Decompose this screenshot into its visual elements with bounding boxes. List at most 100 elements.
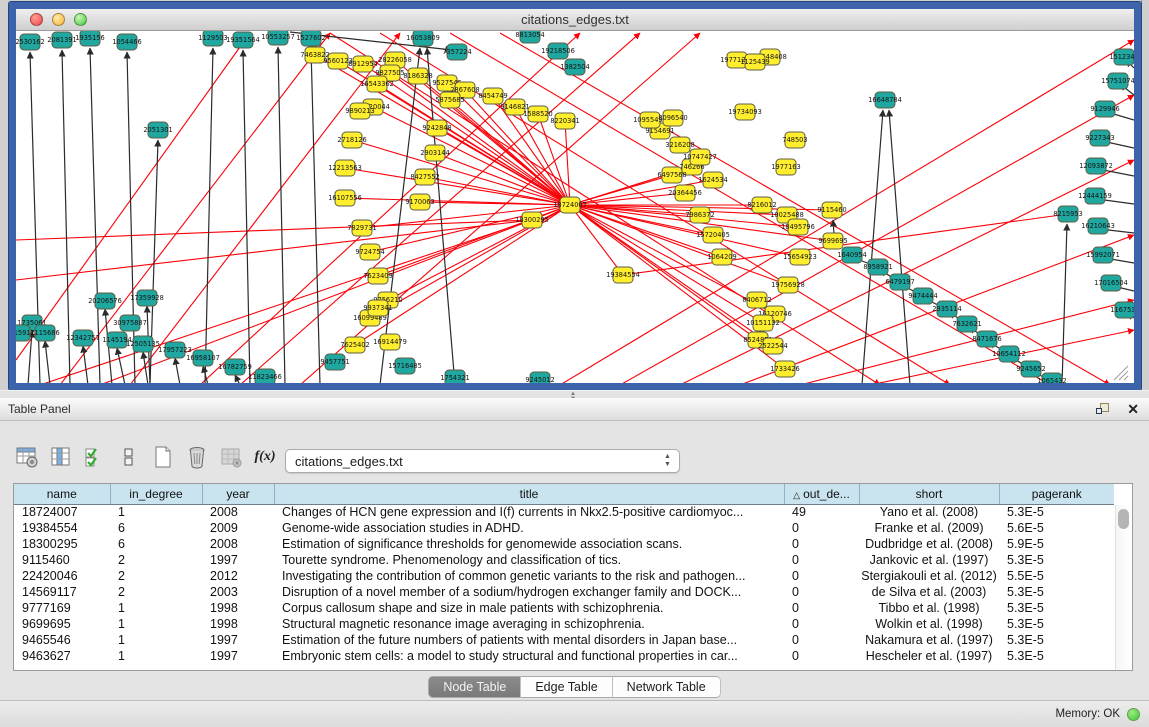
table-cell[interactable]: Stergiakouli et al. (2012) [859, 568, 999, 584]
table-row[interactable]: 1872400712008Changes of HCN gene express… [14, 504, 1114, 520]
graph-node[interactable]: 17359928 [130, 290, 164, 306]
graph-node[interactable]: 15751074 [1101, 73, 1134, 89]
scrollbar-thumb[interactable] [1118, 509, 1129, 529]
table-cell[interactable]: Wolkin et al. (1998) [859, 616, 999, 632]
table-cell[interactable]: 0 [784, 520, 859, 536]
graph-node[interactable]: 19756928 [771, 277, 805, 293]
table-cell[interactable]: 0 [784, 536, 859, 552]
graph-node[interactable]: 1935156 [75, 31, 104, 46]
table-cell[interactable]: 0 [784, 600, 859, 616]
column-header-pagerank[interactable]: pagerank [999, 484, 1114, 504]
graph-node[interactable]: 15716485 [388, 358, 422, 374]
graph-node[interactable]: 16107556 [328, 190, 362, 206]
graph-node[interactable]: 19351564 [226, 32, 260, 48]
table-cell[interactable]: Tibbo et al. (1998) [859, 600, 999, 616]
graph-node[interactable]: 10553257 [261, 31, 295, 45]
table-cell[interactable]: Nakamura et al. (1997) [859, 632, 999, 648]
table-cell[interactable]: 5.9E-5 [999, 536, 1114, 552]
tab-edge-table[interactable]: Edge Table [521, 676, 612, 698]
row-options-icon[interactable] [116, 444, 142, 470]
graph-node[interactable]: 8813054 [515, 31, 544, 43]
graph-node[interactable]: 1167534 [1110, 302, 1134, 318]
table-row[interactable]: 2242004622012Investigating the contribut… [14, 568, 1114, 584]
table-cell[interactable]: 5.6E-5 [999, 520, 1114, 536]
table-cell[interactable]: 18300295 [14, 536, 110, 552]
table-cell[interactable]: 9777169 [14, 600, 110, 616]
table-cell[interactable]: 1 [110, 504, 202, 520]
table-cell[interactable]: 2 [110, 568, 202, 584]
graph-node[interactable]: 20206576 [88, 293, 122, 309]
table-cell[interactable]: Dudbridge et al. (2008) [859, 536, 999, 552]
table-row[interactable]: 1456911722003Disruption of a novel membe… [14, 584, 1114, 600]
graph-node[interactable]: 1754321 [440, 370, 469, 383]
table-cell[interactable]: 1997 [202, 632, 274, 648]
graph-node[interactable]: 9724754 [355, 244, 384, 260]
table-cell[interactable]: Estimation of significance thresholds fo… [274, 536, 784, 552]
table-cell[interactable]: Jankovic et al. (1997) [859, 552, 999, 568]
graph-node[interactable]: 2903144 [420, 145, 449, 161]
table-cell[interactable]: 5.3E-5 [999, 504, 1114, 520]
graph-node[interactable]: 8454749 [478, 88, 507, 104]
table-cell[interactable]: 6 [110, 536, 202, 552]
table-cell[interactable]: Franke et al. (2009) [859, 520, 999, 536]
table-row[interactable]: 969969511998Structural magnetic resonanc… [14, 616, 1114, 632]
table-cell[interactable]: 18724007 [14, 504, 110, 520]
table-cell[interactable]: 14569117 [14, 584, 110, 600]
column-header-year[interactable]: year [202, 484, 274, 504]
table-cell[interactable]: 9699695 [14, 616, 110, 632]
tab-node-table[interactable]: Node Table [428, 676, 521, 698]
graph-node[interactable]: 15720405 [696, 227, 730, 243]
table-cell[interactable]: 1998 [202, 600, 274, 616]
graph-node[interactable]: 19384554 [606, 267, 640, 283]
table-cell[interactable]: Structural magnetic resonance image aver… [274, 616, 784, 632]
function-builder-icon[interactable]: f(x) [252, 444, 278, 470]
delete-columns-icon[interactable] [184, 444, 210, 470]
table-row[interactable]: 1938455462009Genome-wide association stu… [14, 520, 1114, 536]
table-cell[interactable]: 5.5E-5 [999, 568, 1114, 584]
graph-node[interactable]: 9170063 [405, 194, 434, 210]
graph-node[interactable]: 8220341 [550, 113, 579, 129]
splitter-handle[interactable]: ▲▼ [567, 392, 579, 397]
table-cell[interactable]: 0 [784, 632, 859, 648]
graph-node[interactable]: 9457751 [320, 354, 349, 370]
table-cell[interactable]: 2 [110, 584, 202, 600]
graph-node[interactable]: 2530162 [16, 34, 45, 50]
graph-node[interactable]: 8958921 [863, 259, 892, 275]
table-cell[interactable]: 0 [784, 584, 859, 600]
table-cell[interactable]: 1 [110, 648, 202, 664]
table-cell[interactable]: 2009 [202, 520, 274, 536]
close-panel-icon[interactable]: ✕ [1127, 401, 1139, 417]
graph-node[interactable]: 748503 [782, 132, 807, 148]
table-cell[interactable]: Disruption of a novel member of a sodium… [274, 584, 784, 600]
graph-node[interactable]: 15654923 [783, 249, 817, 265]
table-cell[interactable]: Genome-wide association studies in ADHD. [274, 520, 784, 536]
create-column-icon[interactable] [150, 444, 176, 470]
graph-node[interactable]: 7623409 [363, 268, 392, 284]
graph-node[interactable]: 8471676 [972, 331, 1001, 347]
table-mode-icon[interactable] [14, 444, 40, 470]
table-row[interactable]: 911546021997Tourette syndrome. Phenomeno… [14, 552, 1114, 568]
table-cell[interactable]: Investigating the contribution of common… [274, 568, 784, 584]
table-cell[interactable]: 5.3E-5 [999, 600, 1114, 616]
table-cell[interactable]: 49 [784, 504, 859, 520]
table-cell[interactable]: 0 [784, 616, 859, 632]
column-header-short[interactable]: short [859, 484, 999, 504]
column-header-name[interactable]: name [14, 484, 110, 504]
table-cell[interactable]: 5.3E-5 [999, 632, 1114, 648]
table-cell[interactable]: 2012 [202, 568, 274, 584]
graph-node[interactable]: 8215953 [1053, 206, 1082, 222]
table-cell[interactable]: 22420046 [14, 568, 110, 584]
table-cell[interactable]: 1 [110, 600, 202, 616]
table-cell[interactable]: 1 [110, 632, 202, 648]
graph-node[interactable]: 7986372 [685, 207, 714, 223]
table-cell[interactable]: 0 [784, 568, 859, 584]
graph-node[interactable]: 1512345 [1109, 49, 1134, 65]
table-cell[interactable]: 2008 [202, 536, 274, 552]
table-cell[interactable]: 1997 [202, 552, 274, 568]
network-canvas[interactable]: 2530162208139119351561054466112950319351… [16, 31, 1134, 383]
select-columns-icon[interactable] [82, 444, 108, 470]
graph-node[interactable]: 11823466 [248, 369, 282, 383]
table-row[interactable]: 946554611997Estimation of the future num… [14, 632, 1114, 648]
graph-node[interactable]: 7829731 [347, 220, 376, 236]
table-cell[interactable]: 9115460 [14, 552, 110, 568]
